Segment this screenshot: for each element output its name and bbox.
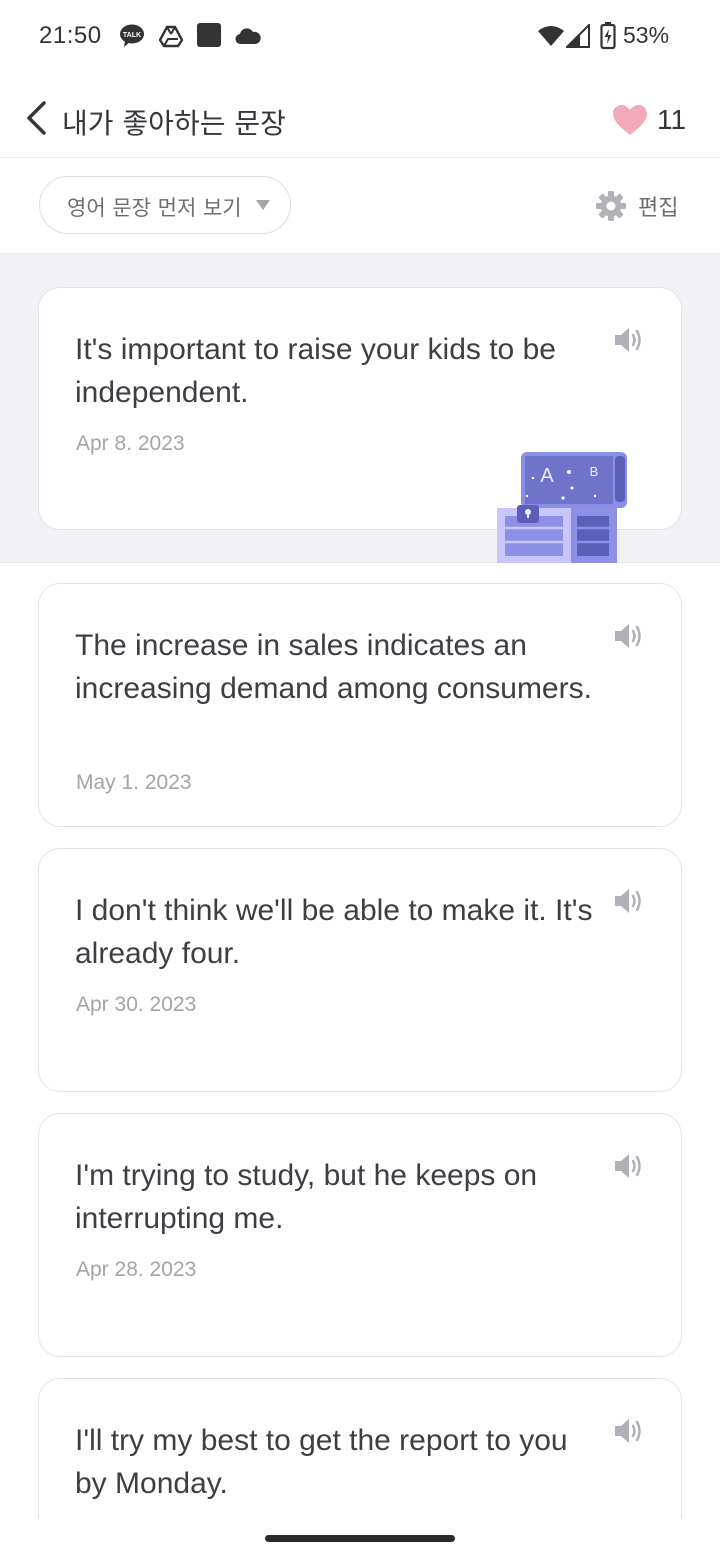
speaker-icon[interactable]	[613, 887, 645, 915]
sentence-card[interactable]: I'm trying to study, but he keeps on int…	[38, 1113, 682, 1357]
sort-order-label: 영어 문장 먼저 보기	[67, 196, 242, 220]
favorite-count: 11	[657, 104, 687, 135]
chest-label-b: B	[590, 464, 599, 479]
cloud-icon	[235, 28, 261, 45]
back-button[interactable]	[22, 100, 54, 136]
speaker-icon[interactable]	[613, 1152, 645, 1180]
sentence-date: Apr 28. 2023	[76, 1258, 197, 1281]
list-toolbar: 영어 문장 먼저 보기 편집	[0, 158, 720, 254]
sentence-text: I'm trying to study, but he keeps on int…	[75, 1159, 538, 1235]
app-header: 내가 좋아하는 문장 11	[0, 72, 720, 158]
page-title: 내가 좋아하는 문장	[62, 107, 286, 140]
heart-icon	[613, 105, 647, 135]
speaker-icon[interactable]	[613, 1417, 645, 1445]
square-app-icon	[197, 23, 221, 47]
sentence-text: The increase in sales indicates an incre…	[75, 629, 592, 705]
gear-icon	[596, 191, 626, 221]
chest-label-a: A	[540, 465, 554, 487]
home-gesture-bar[interactable]	[265, 1535, 455, 1542]
treasure-chest-illustration: A B	[497, 452, 627, 563]
edit-button[interactable]: 편집	[596, 188, 696, 224]
sentence-text: It's important to raise your kids to be …	[75, 333, 556, 409]
sort-order-dropdown[interactable]: 영어 문장 먼저 보기	[39, 176, 291, 234]
signal-icon	[566, 24, 590, 48]
sentence-date: May 1. 2023	[76, 771, 192, 794]
talk-icon: TALK	[120, 24, 144, 47]
sentence-card[interactable]: I don't think we'll be able to make it. …	[38, 848, 682, 1092]
sentence-date: Apr 30. 2023	[76, 993, 197, 1016]
status-time: 21:50	[39, 22, 102, 49]
sentence-text: I'll try my best to get the report to yo…	[75, 1424, 568, 1500]
battery-icon	[600, 22, 616, 50]
edit-label: 편집	[638, 196, 679, 221]
sentence-text: I don't think we'll be able to make it. …	[75, 894, 593, 970]
status-bar: 21:50 TALK 53%	[0, 0, 720, 72]
sentence-card[interactable]: The increase in sales indicates an incre…	[38, 583, 682, 827]
sentence-date: Apr 8. 2023	[76, 432, 185, 455]
speaker-icon[interactable]	[613, 326, 645, 354]
wifi-icon	[538, 26, 564, 46]
caret-down-icon	[256, 200, 270, 210]
battery-percent: 53%	[623, 22, 670, 48]
svg-text:TALK: TALK	[123, 32, 141, 39]
drive-icon	[159, 25, 183, 48]
speaker-icon[interactable]	[613, 622, 645, 650]
